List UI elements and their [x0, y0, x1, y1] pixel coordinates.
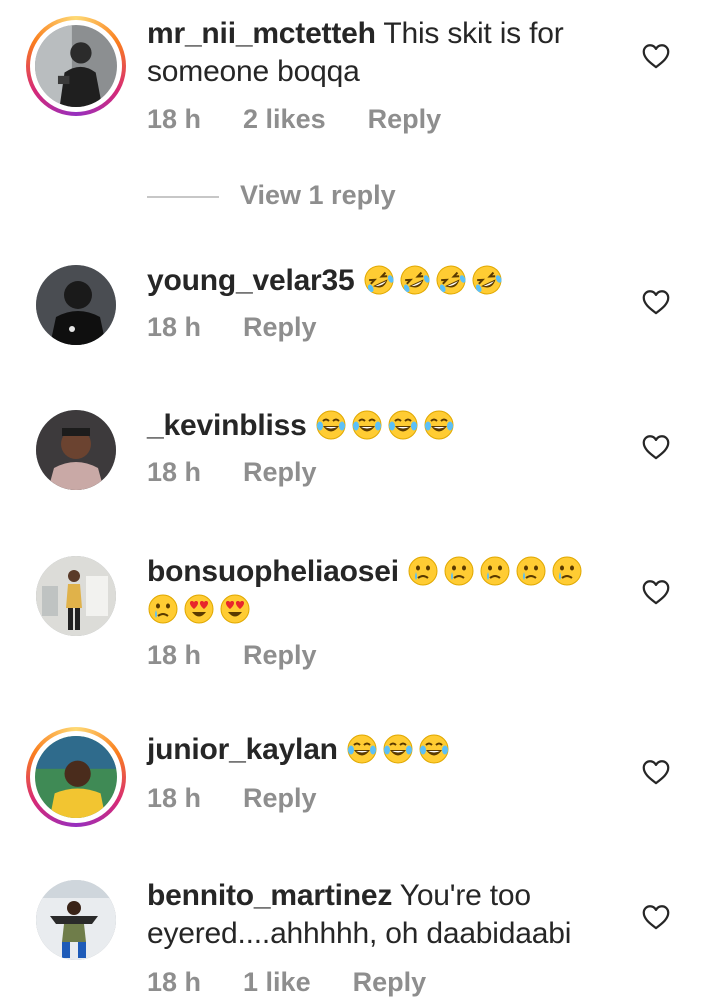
comment-meta: 18 h 1 like Reply: [147, 967, 468, 998]
timestamp: 18 h: [147, 640, 202, 670]
comment-text: _kevinbliss: [147, 407, 617, 445]
comment-meta: 18 h 2 likes Reply: [147, 104, 483, 135]
heart-outline-icon[interactable]: [642, 289, 670, 315]
username[interactable]: junior_kaylan: [147, 733, 338, 766]
avatar-story-ring[interactable]: [26, 16, 126, 116]
timestamp: 18 h: [147, 457, 202, 487]
rolling-on-floor-laughing-emoji: [399, 264, 431, 296]
face-with-tears-of-joy-emoji: [387, 409, 419, 441]
username[interactable]: bonsuopheliaosei: [147, 555, 399, 588]
crying-face-emoji: [147, 593, 179, 625]
crying-face-emoji: [551, 555, 583, 587]
comment-text: bonsuopheliaosei: [147, 553, 617, 629]
face-with-tears-of-joy-emoji: [315, 409, 347, 441]
face-with-tears-of-joy-emoji: [382, 733, 414, 765]
comment-text: junior_kaylan: [147, 731, 617, 769]
timestamp: 18 h: [147, 967, 202, 997]
username[interactable]: bennito_martinez: [147, 879, 392, 912]
likes-count[interactable]: 1 like: [243, 967, 311, 997]
avatar: [35, 736, 117, 818]
crying-face-emoji: [407, 555, 439, 587]
avatar: [35, 25, 117, 107]
reply-button[interactable]: Reply: [243, 640, 317, 670]
face-with-tears-of-joy-emoji: [346, 733, 378, 765]
likes-count[interactable]: 2 likes: [243, 104, 326, 134]
heart-eyes-emoji: [219, 593, 251, 625]
reply-button[interactable]: Reply: [243, 783, 317, 813]
face-with-tears-of-joy-emoji: [423, 409, 455, 441]
heart-eyes-emoji: [183, 593, 215, 625]
avatar[interactable]: [36, 880, 116, 960]
crying-face-emoji: [479, 555, 511, 587]
comment-meta: 18 h Reply: [147, 640, 359, 671]
comment-text: mr_nii_mctetteh This skit is for someone…: [147, 15, 617, 91]
reply-button[interactable]: Reply: [243, 312, 317, 342]
avatar[interactable]: [36, 265, 116, 345]
heart-outline-icon[interactable]: [642, 434, 670, 460]
crying-face-emoji: [443, 555, 475, 587]
rolling-on-floor-laughing-emoji: [471, 264, 503, 296]
crying-face-emoji: [515, 555, 547, 587]
comment-text: young_velar35: [147, 262, 617, 300]
timestamp: 18 h: [147, 312, 202, 342]
heart-outline-icon[interactable]: [642, 43, 670, 69]
comment-meta: 18 h Reply: [147, 783, 359, 814]
heart-outline-icon[interactable]: [642, 579, 670, 605]
timestamp: 18 h: [147, 783, 202, 813]
view-replies-label[interactable]: View 1 reply: [240, 180, 396, 211]
rolling-on-floor-laughing-emoji: [435, 264, 467, 296]
username[interactable]: young_velar35: [147, 264, 355, 297]
rolling-on-floor-laughing-emoji: [363, 264, 395, 296]
username[interactable]: mr_nii_mctetteh: [147, 17, 376, 50]
divider: [147, 196, 219, 198]
face-with-tears-of-joy-emoji: [351, 409, 383, 441]
avatar-story-ring[interactable]: [26, 727, 126, 827]
heart-outline-icon[interactable]: [642, 759, 670, 785]
reply-button[interactable]: Reply: [368, 104, 442, 134]
comment-text: bennito_martinez You're too eyered....ah…: [147, 877, 617, 953]
avatar[interactable]: [36, 556, 116, 636]
reply-button[interactable]: Reply: [243, 457, 317, 487]
username[interactable]: _kevinbliss: [147, 409, 307, 442]
face-with-tears-of-joy-emoji: [418, 733, 450, 765]
heart-outline-icon[interactable]: [642, 904, 670, 930]
comment-meta: 18 h Reply: [147, 457, 359, 488]
reply-button[interactable]: Reply: [353, 967, 427, 997]
timestamp: 18 h: [147, 104, 202, 134]
comment-meta: 18 h Reply: [147, 312, 359, 343]
avatar[interactable]: [36, 410, 116, 490]
